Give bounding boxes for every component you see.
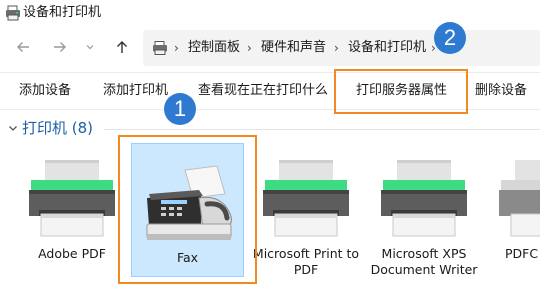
highlight-box-fax [118, 135, 257, 284]
add-printer-button[interactable]: 添加打印机 [103, 82, 168, 100]
breadcrumb-hardware-sound[interactable]: 硬件和声音 [261, 39, 326, 57]
arrow-up-icon [117, 41, 127, 53]
forward-button[interactable] [49, 36, 71, 58]
see-whats-printing-button[interactable]: 查看现在正在打印什么 [198, 82, 328, 100]
remove-device-button[interactable]: 删除设备 [475, 82, 527, 100]
device-label: Adobe PDF [38, 246, 106, 261]
device-item[interactable]: PDFC [483, 140, 540, 302]
device-label: PDFC [505, 246, 539, 261]
step-badge-1: 1 [164, 93, 196, 125]
printer-icon [29, 160, 115, 237]
arrow-left-icon [17, 42, 29, 52]
chevron-down-icon [86, 45, 94, 50]
step-badge-2: 2 [434, 22, 466, 54]
device-item[interactable]: Microsoft Print to PDF [247, 140, 365, 302]
breadcrumb-devices-printers[interactable]: 设备和打印机 [348, 39, 426, 57]
title-bar: 设备和打印机 [0, 0, 540, 26]
printer-icon [381, 160, 467, 237]
collapse-chevron-icon[interactable] [7, 122, 19, 134]
recent-locations-button[interactable] [82, 36, 98, 58]
add-device-button[interactable]: 添加设备 [19, 82, 71, 100]
devices-printers-icon [6, 5, 20, 21]
group-title-printers[interactable]: 打印机 (8) [22, 118, 93, 138]
group-divider [104, 129, 540, 130]
breadcrumb-separator-icon: › [247, 41, 252, 55]
window-title: 设备和打印机 [23, 5, 102, 20]
breadcrumb-control-panel[interactable]: 控制面板 [188, 39, 240, 57]
device-label: Microsoft Print to PDF [252, 246, 360, 277]
device-item[interactable]: Microsoft XPS Document Writer [365, 140, 483, 302]
back-button[interactable] [12, 36, 34, 58]
arrow-right-icon [54, 42, 66, 52]
devices-printers-icon [153, 41, 167, 55]
highlight-box-print-server-properties [334, 69, 468, 114]
address-bar[interactable]: › 控制面板 › 硬件和声音 › 设备和打印机 › [143, 30, 540, 66]
breadcrumb-separator-icon: › [174, 41, 179, 55]
printer-icon [499, 160, 540, 237]
up-button[interactable] [111, 36, 133, 58]
printer-icon [263, 160, 349, 237]
device-label: Microsoft XPS Document Writer [370, 246, 478, 277]
device-item[interactable]: Adobe PDF [13, 140, 131, 302]
breadcrumb-separator-icon: › [334, 41, 339, 55]
devices-and-printers-window: 设备和打印机 › 控制面板 › 硬件和声音 › 设备和打印机 › 添加设备 添加… [0, 0, 540, 307]
